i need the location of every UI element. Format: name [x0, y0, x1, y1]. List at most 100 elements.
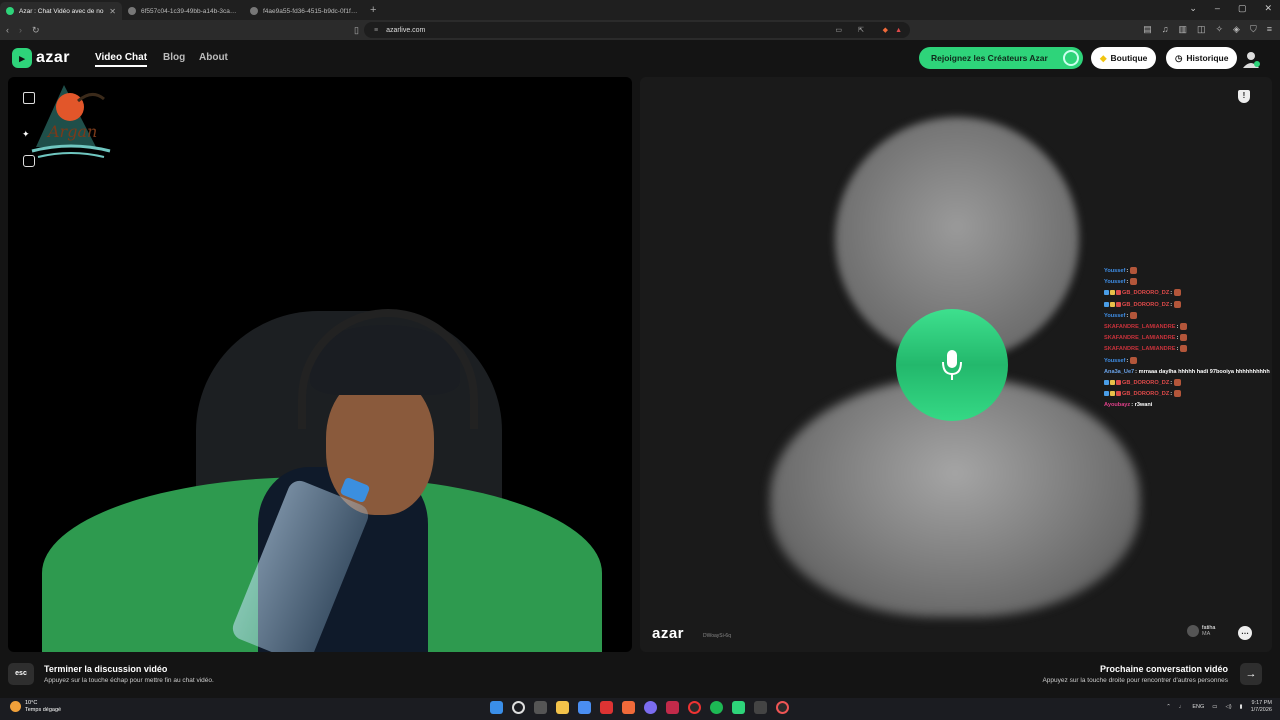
azar-logo[interactable]: ▸ azar	[12, 48, 70, 68]
nav-video-chat[interactable]: Video Chat	[95, 52, 148, 67]
chat-line: GB_DORORO_DZ:	[1104, 288, 1280, 299]
partner-info[interactable]: fatiha MA	[1187, 625, 1215, 637]
nav-about[interactable]: About	[199, 52, 228, 63]
tab-bar: Azar : Chat Vidéo avec de no ✕ 6f557c04-…	[0, 0, 1280, 20]
chat-username: GB_DORORO_DZ	[1122, 380, 1170, 387]
app-icon[interactable]	[754, 701, 767, 714]
spotify-icon[interactable]	[710, 701, 723, 714]
task-view-icon[interactable]	[534, 701, 547, 714]
leo-icon[interactable]: ✧	[1216, 24, 1224, 35]
next-chat-title[interactable]: Prochaine conversation vidéo	[1100, 664, 1228, 674]
extensions-icon[interactable]: ◫	[1197, 24, 1206, 35]
shop-button[interactable]: ◆ Boutique	[1091, 47, 1157, 69]
globe-icon	[128, 7, 136, 15]
store-icon[interactable]	[578, 701, 591, 714]
chat-badge-icon	[1116, 301, 1121, 307]
maximize-icon[interactable]: ▢	[1238, 3, 1247, 14]
system-tray: ⌃ ♩ ENG ▭ ◁) ▮ 9:17 PM 1/7/2026	[1166, 700, 1272, 714]
discord-icon[interactable]	[644, 701, 657, 714]
wallet-icon[interactable]: ◈	[1233, 24, 1240, 35]
brave-shield-icon[interactable]: ◆	[883, 26, 888, 34]
vpn-icon[interactable]: ⛉	[1250, 24, 1257, 35]
close-window-icon[interactable]: ✕	[1264, 3, 1272, 14]
new-tab-icon[interactable]: +	[370, 4, 376, 16]
stream-chat: Youssef: Youssef: GB_DORORO_DZ: GB_DORORO_D…	[1104, 266, 1280, 412]
chat-line: SKAFANDRE_LAMIANDRE:	[1104, 344, 1280, 355]
chat-line: Youssef:	[1104, 356, 1280, 367]
chat-badge-icon	[1110, 391, 1115, 397]
chat-line: Youssef:	[1104, 277, 1280, 288]
obs-icon[interactable]	[688, 701, 701, 714]
site-info-icon[interactable]: ≡	[374, 27, 378, 34]
chat-username: Youssef	[1104, 357, 1126, 364]
sparkle-icon[interactable]: ✦	[22, 129, 30, 140]
globe-icon	[250, 7, 258, 15]
cast-icon[interactable]: ▭	[835, 26, 842, 34]
language-indicator[interactable]: ENG	[1192, 704, 1204, 710]
menu-icon[interactable]: ≡	[1267, 24, 1272, 35]
clock-time: 9:17 PM	[1251, 700, 1272, 706]
chevron-up-icon[interactable]: ⌃	[1166, 704, 1171, 710]
bookmark-icon[interactable]: ▯	[354, 25, 359, 36]
record-icon[interactable]	[776, 701, 789, 714]
expand-icon[interactable]	[23, 92, 35, 104]
volume-icon[interactable]: ◁)	[1225, 704, 1231, 710]
share-icon[interactable]: ⇱	[858, 26, 864, 34]
mic-button[interactable]	[896, 309, 1008, 421]
chat-line: GB_DORORO_DZ:	[1104, 378, 1280, 389]
music-icon[interactable]: ♫	[1162, 24, 1169, 35]
history-button[interactable]: ◷ Historique	[1166, 47, 1238, 69]
chat-username: GB_DORORO_DZ	[1122, 290, 1170, 297]
chat-line: Youssef:	[1104, 311, 1280, 322]
argan-overlay-logo: Argan	[31, 85, 111, 158]
report-shield-icon[interactable]: !	[1238, 90, 1250, 103]
chat-bubble-button[interactable]: …	[1238, 626, 1252, 640]
join-creators-button[interactable]: Rejoignez les Créateurs Azar	[919, 47, 1083, 69]
join-creators-label: Rejoignez les Créateurs Azar	[931, 53, 1048, 63]
chat-badge-icon	[1116, 290, 1121, 296]
weather-widget[interactable]: 10°C Temps dégagé	[10, 700, 61, 713]
user-profile-icon[interactable]	[1242, 50, 1260, 68]
tab-azar[interactable]: Azar : Chat Vidéo avec de no ✕	[0, 2, 122, 20]
chat-message: :	[1176, 346, 1179, 353]
forward-icon[interactable]: ›	[19, 25, 22, 35]
search-icon[interactable]	[512, 701, 525, 714]
network-icon[interactable]: ▭	[1212, 704, 1217, 710]
mic-tray-icon[interactable]: ♩	[1179, 704, 1185, 710]
clock-date: 1/7/2026	[1250, 707, 1272, 713]
end-chat-title[interactable]: Terminer la discussion vidéo	[44, 664, 167, 674]
chat-emote-icon	[1180, 345, 1188, 353]
tab-2[interactable]: 6f557c04-1c39-49bb-a14b-3cadf17	[122, 2, 244, 20]
tab-3[interactable]: f4ae9a55-fd36-4515-b9dc-0f1f0a65	[244, 2, 366, 20]
clock[interactable]: 9:17 PM 1/7/2026	[1251, 700, 1272, 714]
esc-key-button[interactable]: esc	[8, 663, 34, 685]
chat-line: SKAFANDRE_LAMIANDRE:	[1104, 322, 1280, 333]
chat-line: GB_DORORO_DZ:	[1104, 300, 1280, 311]
nvidia-icon[interactable]	[732, 701, 745, 714]
minimize-icon[interactable]: –	[1215, 3, 1220, 14]
rewards-icon[interactable]: ▲	[895, 27, 902, 34]
reload-icon[interactable]: ↻	[32, 25, 40, 36]
brave-icon[interactable]	[622, 701, 635, 714]
chat-emote-icon	[1180, 323, 1188, 331]
close-tab-icon[interactable]: ✕	[109, 7, 116, 16]
chat-line: SKAFANDRE_LAMIANDRE:	[1104, 333, 1280, 344]
file-explorer-icon[interactable]	[556, 701, 569, 714]
nav-blog[interactable]: Blog	[163, 52, 185, 63]
chat-emote-icon	[1130, 278, 1138, 286]
chat-emote-icon	[1174, 379, 1182, 387]
back-icon[interactable]: ‹	[6, 25, 9, 35]
diamond-icon: ◆	[1100, 52, 1107, 63]
address-bar[interactable]: ≡ azarlive.com ▭ ⇱ ◆ ▲	[364, 22, 910, 38]
history-label: Historique	[1186, 53, 1229, 63]
app-icon[interactable]	[666, 701, 679, 714]
panel-icon[interactable]: ▥	[1178, 24, 1187, 35]
chevron-down-icon[interactable]: ⌄	[1189, 3, 1197, 14]
next-arrow-button[interactable]: →	[1240, 663, 1262, 685]
chat-message: :	[1170, 290, 1173, 297]
battery-icon[interactable]: ▮	[1240, 704, 1243, 710]
sidebar-icon[interactable]: ▤	[1143, 24, 1152, 35]
sticker-icon[interactable]	[23, 155, 35, 167]
app-icon[interactable]	[600, 701, 613, 714]
windows-start-icon[interactable]	[490, 701, 503, 714]
